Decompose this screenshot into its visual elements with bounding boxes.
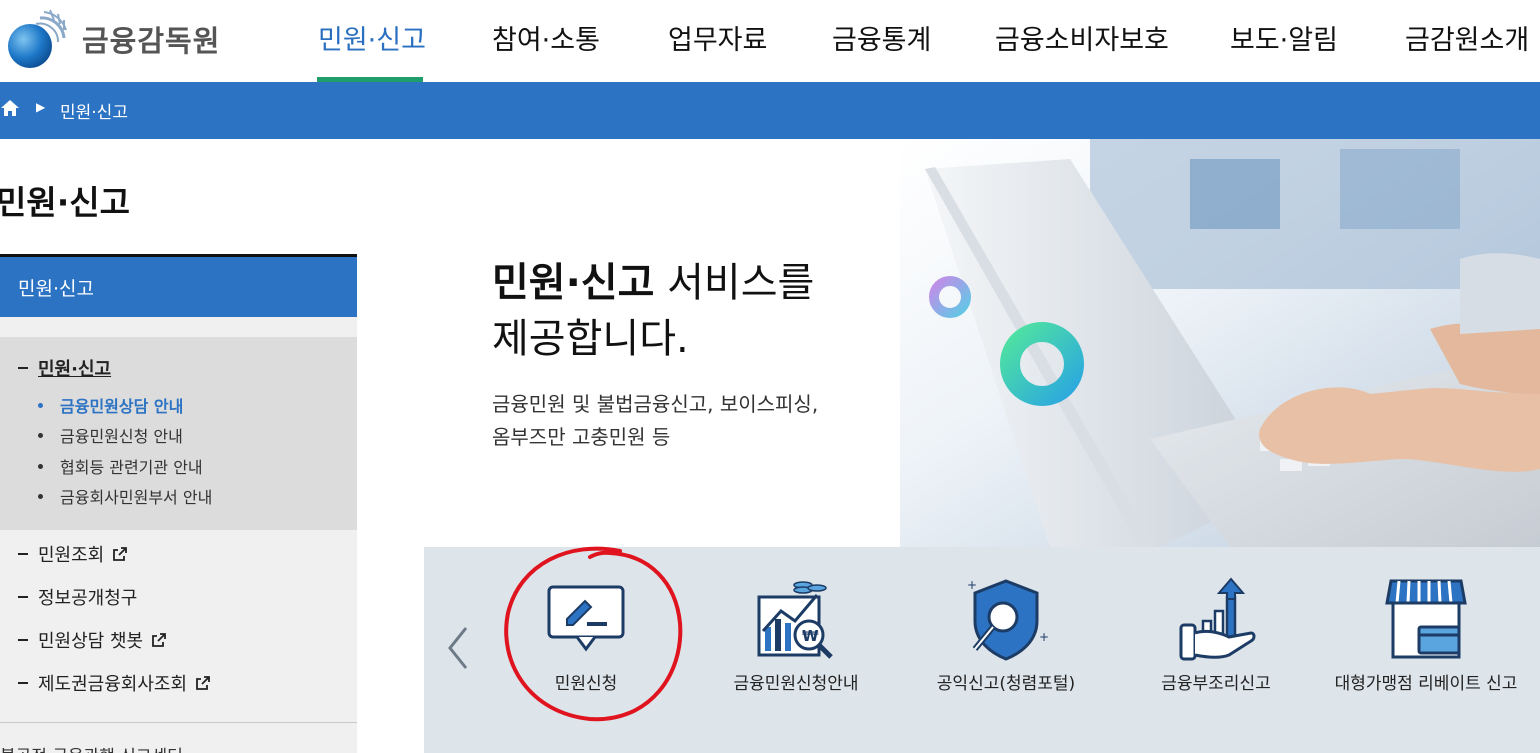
bullet-icon: [38, 432, 43, 438]
logo-globe-icon: [8, 9, 67, 68]
sidebar-spacer: [0, 317, 357, 337]
hand-growth-icon: [1179, 577, 1256, 661]
site-logo[interactable]: 금융감독원: [6, 8, 220, 70]
sidebar-item-label: 정보공개청구: [38, 588, 138, 609]
sidebar-item-label: 제도권금융회사조회: [38, 674, 188, 695]
sidebar-title: 민원·신고: [0, 183, 130, 222]
chevron-right-icon: ▶: [36, 100, 46, 114]
sidebar-item-company-lookup[interactable]: 제도권금융회사조회: [18, 670, 211, 696]
quick-item-corruption-report[interactable]: 금융부조리신고: [1116, 577, 1316, 707]
bullet-icon: [38, 493, 43, 499]
nav-about[interactable]: 금감원소개: [1405, 18, 1529, 57]
svg-text:+: +: [1039, 630, 1049, 644]
hero-laptop-image: [900, 139, 1540, 547]
quick-item-public-interest-report[interactable]: + + 공익신고(청렴포털): [906, 577, 1106, 707]
sidebar-subitem-label: 금융회사민원부서 안내: [60, 488, 213, 507]
quick-item-label: 금융민원신청안내: [733, 674, 859, 694]
store-card-icon: [1385, 579, 1467, 659]
external-link-icon: [196, 676, 210, 690]
sidebar-item-chatbot[interactable]: 민원상담 챗봇: [18, 627, 167, 653]
hero-title: 민원·신고 서비스를: [492, 250, 814, 308]
bullet-icon: [38, 402, 43, 408]
sidebar-subitem-label: 금융민원상담 안내: [60, 397, 184, 416]
home-icon[interactable]: [0, 98, 20, 118]
sidebar-item-label: 민원조회: [38, 545, 105, 566]
quick-item-label: 대형가맹점 리베이트 신고: [1334, 674, 1518, 694]
decorative-ring-large: [1000, 322, 1084, 406]
external-link-icon: [113, 547, 128, 561]
nav-participation[interactable]: 참여·소통: [492, 18, 600, 57]
hero-description-line1: 금융민원 및 불법금융신고, 보이스피싱,: [492, 392, 819, 416]
dash-icon: [18, 682, 28, 684]
logo-text: 금융감독원: [82, 24, 221, 58]
sidebar-subitem-label: 협회등 관련기관 안내: [60, 458, 203, 477]
hero-description-line2: 옴부즈만 고충민원 등: [492, 425, 671, 449]
quick-item-rebate-report[interactable]: 대형가맹점 리베이트 신고: [1326, 577, 1526, 707]
quick-item-complaint-apply[interactable]: 민원신청: [486, 577, 686, 707]
dash-icon: [18, 596, 28, 598]
sidebar-subitem-label: 금융민원신청 안내: [60, 427, 183, 446]
hero-title-rest: 서비스를: [654, 260, 815, 306]
sidebar-item-unfair-practice[interactable]: 불공정 금융관행 신고센터: [0, 742, 183, 753]
hero-title-bold: 민원·신고: [492, 260, 655, 306]
sidebar-head[interactable]: 민원·신고: [0, 257, 357, 317]
sidebar-subitem-related-orgs[interactable]: 협회등 관련기관 안내: [38, 454, 203, 478]
dash-icon: [18, 639, 28, 641]
external-link-icon: [152, 633, 166, 647]
quick-item-label: 금융부조리신고: [1161, 674, 1271, 694]
dash-icon: [18, 367, 28, 369]
nav-press-notice[interactable]: 보도·알림: [1230, 18, 1338, 57]
sidebar-item-info-disclosure[interactable]: 정보공개청구: [18, 584, 137, 610]
quick-item-label: 공익신고(청렴포털): [936, 674, 1076, 694]
breadcrumb-current[interactable]: 민원·신고: [60, 98, 128, 123]
sidebar-item-label: 민원상담 챗봇: [38, 631, 144, 652]
financial-chart-icon: ₩: [757, 581, 833, 659]
nav-complaint-report[interactable]: 민원·신고: [318, 18, 426, 57]
sidebar-item-complaint-report[interactable]: 민원·신고: [18, 355, 111, 381]
dash-icon: [18, 553, 28, 555]
sidebar-subitem-company-depts[interactable]: 금융회사민원부서 안내: [38, 484, 212, 508]
decorative-ring-small: [929, 276, 971, 318]
hero-title-line2: 제공합니다.: [492, 316, 689, 362]
breadcrumb: ▶ 민원·신고: [0, 82, 1540, 139]
sidebar-item-complaint-lookup[interactable]: 민원조회: [18, 541, 128, 567]
shield-search-icon: + +: [967, 578, 1049, 661]
svg-text:+: +: [967, 578, 977, 592]
chevron-left-icon[interactable]: [444, 622, 472, 674]
sidebar-divider: [0, 722, 357, 723]
nav-financial-statistics[interactable]: 금융통계: [832, 18, 931, 57]
quick-item-complaint-guide[interactable]: ₩ 금융민원신청안내: [696, 577, 896, 707]
site-header: 금융감독원 민원·신고 참여·소통 업무자료 금융통계 금융소비자보호 보도·알…: [0, 0, 1540, 82]
sidebar-subitem-consult-guide[interactable]: 금융민원상담 안내: [38, 393, 183, 417]
nav-consumer-protection[interactable]: 금융소비자보호: [995, 18, 1169, 57]
quick-item-label: 민원신청: [554, 674, 618, 694]
svg-text:₩: ₩: [802, 627, 819, 645]
sidebar-item-label: 민원·신고: [38, 359, 112, 380]
complaint-form-icon: [547, 585, 625, 652]
nav-work-materials[interactable]: 업무자료: [668, 18, 767, 57]
bullet-icon: [38, 463, 43, 469]
sidebar-subitem-application-guide[interactable]: 금융민원신청 안내: [38, 423, 183, 447]
